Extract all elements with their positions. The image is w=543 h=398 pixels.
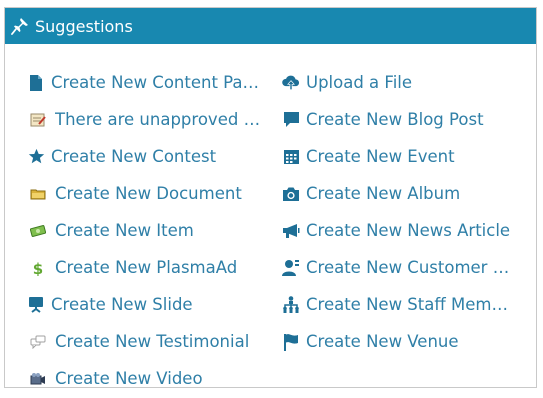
suggestion-label: Create New Content Page [51, 73, 261, 92]
suggestion-label: Create New News Article [306, 221, 511, 240]
dollar-icon: $ [29, 258, 47, 278]
svg-text:$: $ [33, 260, 43, 276]
suggestion-create-plasmaad[interactable]: $ Create New PlasmaAd [27, 249, 267, 286]
suggestion-label: Create New Staff Member [306, 295, 512, 314]
suggestion-label: Upload a File [306, 73, 413, 92]
suggestion-label: Create New Slide [51, 295, 193, 314]
suggestion-label: Create New Item [55, 221, 194, 240]
presentation-icon [27, 295, 45, 315]
suggestions-left-column: Create New Content Page There are unappr… [27, 64, 267, 397]
suggestion-create-news-article[interactable]: Create New News Article [282, 212, 527, 249]
pushpin-icon [11, 17, 29, 35]
video-camera-icon [29, 369, 47, 389]
suggestion-label: Create New Customer R... [306, 258, 512, 277]
suggestion-create-slide[interactable]: Create New Slide [27, 286, 267, 323]
suggestion-create-content-page[interactable]: Create New Content Page [27, 64, 267, 101]
suggestion-create-album[interactable]: Create New Album [282, 175, 527, 212]
panel-title: Suggestions [35, 16, 133, 36]
calendar-icon [282, 147, 300, 167]
suggestions-panel: Suggestions Create New Content Page Ther… [4, 7, 537, 388]
suggestion-create-item[interactable]: Create New Item [27, 212, 267, 249]
comment-icon [282, 110, 300, 130]
suggestion-create-document[interactable]: Create New Document [27, 175, 267, 212]
suggestion-create-customer[interactable]: Create New Customer R... [282, 249, 527, 286]
star-icon [27, 147, 45, 167]
folder-icon [29, 184, 47, 204]
org-chart-icon [282, 295, 300, 315]
panel-header: Suggestions [5, 8, 536, 44]
suggestion-create-staff-member[interactable]: Create New Staff Member [282, 286, 527, 323]
suggestion-create-blog-post[interactable]: Create New Blog Post [282, 101, 527, 138]
user-card-icon [282, 258, 300, 278]
suggestion-label: Create New Video [55, 369, 203, 388]
megaphone-icon [282, 221, 300, 241]
suggestion-create-venue[interactable]: Create New Venue [282, 323, 527, 360]
money-icon [29, 221, 47, 241]
speech-bubbles-icon [29, 332, 47, 352]
suggestion-label: Create New Blog Post [306, 110, 484, 129]
suggestion-label: Create New Event [306, 147, 455, 166]
suggestion-create-video[interactable]: Create New Video [27, 360, 267, 397]
flag-icon [282, 332, 300, 352]
suggestion-create-testimonial[interactable]: Create New Testimonial [27, 323, 267, 360]
document-icon [27, 73, 45, 93]
suggestion-create-event[interactable]: Create New Event [282, 138, 527, 175]
suggestion-label: Create New Album [306, 184, 461, 203]
camera-icon [282, 184, 300, 204]
suggestion-label: Create New Testimonial [55, 332, 250, 351]
suggestion-create-contest[interactable]: Create New Contest [27, 138, 267, 175]
suggestion-label: Create New Venue [306, 332, 459, 351]
suggestion-upload-file[interactable]: Upload a File [282, 64, 527, 101]
suggestion-label: Create New PlasmaAd [55, 258, 238, 277]
notepad-icon [29, 110, 47, 130]
suggestion-unapproved-notice[interactable]: There are unapproved b... [27, 101, 267, 138]
suggestions-right-column: Upload a File Create New Blog Post Creat… [282, 64, 527, 360]
suggestion-label: There are unapproved b... [55, 110, 265, 129]
cloud-upload-icon [282, 73, 300, 93]
suggestion-label: Create New Contest [51, 147, 217, 166]
suggestion-label: Create New Document [55, 184, 242, 203]
